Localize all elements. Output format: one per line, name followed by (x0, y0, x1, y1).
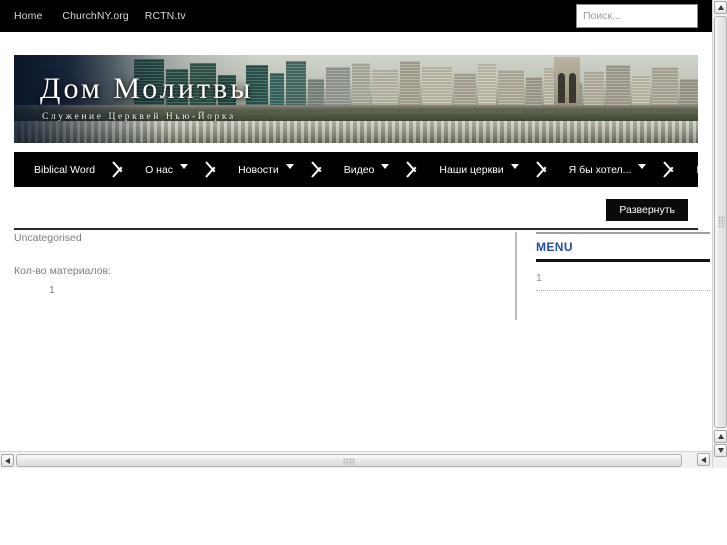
top-link-rctntv[interactable]: RCTN.tv (145, 10, 202, 22)
site-banner: Дом Молитвы Служение Церквей Нью-Йорка (14, 55, 698, 143)
nav-item-o-nas[interactable]: О нас (127, 152, 204, 187)
sidebar-item-separator (536, 290, 710, 291)
nav-label: Видео (343, 163, 375, 176)
triangle-down-icon (717, 448, 724, 453)
scroll-left-button-secondary[interactable] (697, 453, 710, 466)
nav-label: Наши церкви (439, 163, 504, 176)
nav-item-partnerstvo[interactable]: Приглашаем к партнерству! (678, 152, 712, 187)
page-root: Home ChurchNY.org RCTN.tv Поиск... Дом М… (0, 0, 727, 545)
content-top-divider (14, 228, 698, 230)
chevron-separator-icon (111, 152, 127, 187)
top-link-home[interactable]: Home (14, 10, 62, 22)
search-box (576, 4, 698, 28)
nav-item-video[interactable]: Видео (326, 152, 406, 187)
triangle-up-icon (717, 5, 724, 10)
chevron-down-icon (381, 164, 390, 169)
nav-item-ya-by-hotel[interactable]: Я бы хотел... (551, 152, 663, 187)
horizontal-scroll-thumb[interactable] (16, 454, 682, 467)
column-divider (515, 232, 517, 320)
chevron-down-icon (285, 164, 294, 169)
scroll-left-button[interactable] (1, 454, 14, 467)
scroll-down-button[interactable] (714, 444, 727, 457)
chevron-down-icon (638, 164, 647, 169)
search-input[interactable] (576, 4, 698, 28)
nav-label: Новости (238, 163, 279, 176)
materials-count-value: 1 (49, 284, 55, 296)
sidebar-menu-module: MENU 1 (536, 232, 712, 291)
main-navigation: Biblical Word О нас Новости Видео Наши ц… (14, 152, 712, 187)
nav-label: Приглашаем к партнерству! (696, 163, 712, 176)
nav-item-nashi-tserkvi[interactable]: Наши церкви (421, 152, 534, 187)
sidebar-item-1[interactable]: 1 (536, 262, 712, 290)
materials-count-label: Кол-во материалов: (14, 265, 112, 277)
top-link-churchny[interactable]: ChurchNY.org (62, 10, 144, 22)
triangle-left-icon (701, 456, 706, 463)
vertical-scrollbar[interactable] (712, 0, 727, 545)
browser-viewport: Home ChurchNY.org RCTN.tv Поиск... Дом М… (0, 0, 712, 447)
nav-label: О нас (145, 163, 174, 176)
top-bar: Home ChurchNY.org RCTN.tv (0, 0, 712, 32)
chevron-down-icon (510, 164, 519, 169)
triangle-left-icon (5, 457, 10, 464)
nav-item-biblical-word[interactable]: Biblical Word (14, 152, 111, 187)
scroll-grip-icon (718, 216, 725, 228)
banner-title: Дом Молитвы (40, 72, 254, 105)
vertical-scroll-thumb[interactable] (714, 16, 727, 428)
scroll-grip-icon (343, 458, 355, 465)
nav-label: Я бы хотел... (568, 163, 632, 176)
chevron-separator-icon (204, 152, 220, 187)
chevron-separator-icon (310, 152, 326, 187)
scroll-up-button-secondary[interactable] (714, 430, 727, 443)
content-main-column: Uncategorised Кол-во материалов: 1 (14, 232, 504, 296)
banner-subtitle: Служение Церквей Нью-Йорка (42, 112, 236, 122)
horizontal-scrollbar[interactable] (0, 451, 712, 468)
top-navigation: Home ChurchNY.org RCTN.tv (14, 0, 202, 32)
category-title: Uncategorised (14, 232, 82, 244)
sidebar-title: MENU (536, 240, 573, 254)
chevron-separator-icon (662, 152, 678, 187)
chevron-separator-icon (405, 152, 421, 187)
expand-button[interactable]: Развернуть (606, 199, 688, 221)
scroll-up-button[interactable] (714, 1, 727, 14)
triangle-up-icon (717, 434, 724, 439)
chevron-separator-icon (535, 152, 551, 187)
chevron-down-icon (180, 164, 189, 169)
nav-item-novosti[interactable]: Новости (220, 152, 310, 187)
page-bottom-padding (0, 468, 727, 545)
nav-label: Biblical Word (34, 163, 96, 176)
